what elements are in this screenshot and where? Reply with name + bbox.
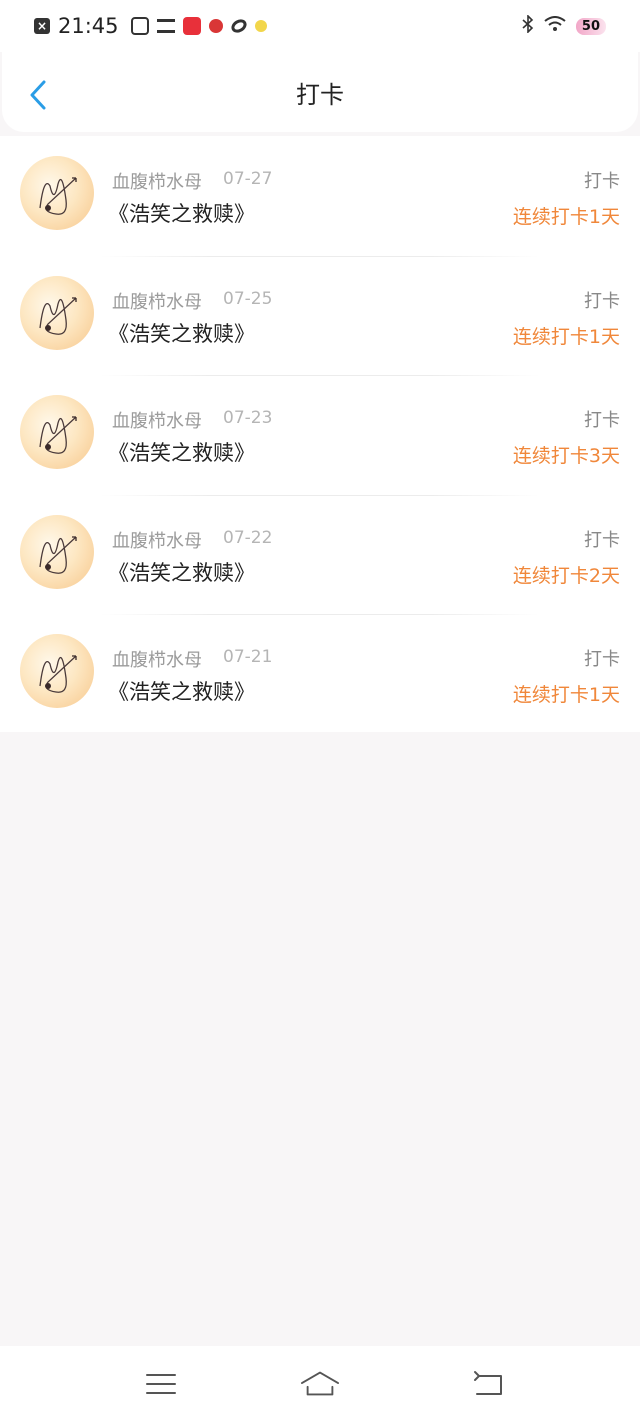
yellow-icon [254,20,267,32]
battery-icon: 50 [575,17,606,35]
checkin-row[interactable]: 血腹栉水母 07-21 《浩笑之救赎》 打卡 连续打卡1天 [0,614,640,734]
screen: × 21:45 50 打卡 血腹栉水母 07-27 《浩笑之救赎》 打卡 连续打… [0,0,640,1422]
avatar[interactable] [20,156,94,230]
back-button[interactable] [24,78,52,112]
home-button[interactable] [300,1367,340,1401]
avatar[interactable] [20,514,94,589]
checkin-action: 打卡 [584,649,620,671]
home-icon [300,1371,340,1396]
status-bar: × 21:45 50 [0,0,640,52]
book-title[interactable]: 《浩笑之救赎》 [108,318,255,348]
checkin-row[interactable]: 血腹栉水母 07-23 《浩笑之救赎》 打卡 连续打卡3天 [0,375,640,495]
avatar[interactable] [20,634,94,709]
book-title[interactable]: 《浩笑之救赎》 [108,557,255,587]
checkin-action: 打卡 [584,171,620,192]
checkin-action: 打卡 [584,529,620,551]
status-bar-left: × 21:45 [34,14,267,38]
app-red-icon [182,17,201,35]
checkin-date: 07-21 [223,647,273,668]
ring-icon [228,16,249,36]
bottom-navigation-bar [0,1346,640,1422]
menu-button[interactable] [141,1367,181,1401]
checkin-action: 打卡 [584,410,620,432]
avatar[interactable] [20,395,94,470]
status-bar-right: 50 [522,14,606,37]
checkin-row[interactable]: 血腹栉水母 07-25 《浩笑之救赎》 打卡 连续打卡1天 [0,255,640,376]
checkin-row[interactable]: 血腹栉水母 07-27 《浩笑之救赎》 打卡 连续打卡1天 [0,136,640,256]
user-name: 血腹栉水母 [112,411,202,433]
user-name: 血腹栉水母 [112,650,202,672]
user-name: 血腹栉水母 [112,172,202,193]
qr-icon [130,17,149,35]
user-name: 血腹栉水母 [112,530,202,552]
back-icon [474,1371,502,1395]
streak-label: 连续打卡1天 [512,684,620,707]
book-title[interactable]: 《浩笑之救赎》 [108,437,255,467]
header-bar: 打卡 [2,52,638,132]
checkin-date: 07-27 [223,169,273,189]
red-ball-icon [208,19,223,33]
streak-label: 连续打卡2天 [512,564,620,587]
book-title[interactable]: 《浩笑之救赎》 [108,198,255,228]
back-nav-button[interactable] [468,1367,508,1401]
status-time: 21:45 [58,14,119,38]
bluetooth-icon [522,14,534,37]
checkin-date: 07-23 [223,408,273,429]
user-name: 血腹栉水母 [112,291,202,313]
checkin-row[interactable]: 血腹栉水母 07-22 《浩笑之救赎》 打卡 连续打卡2天 [0,494,640,615]
streak-label: 连续打卡1天 [512,325,620,348]
wifi-icon [544,16,566,36]
checkin-action: 打卡 [584,290,620,312]
notification-x-icon: × [34,18,50,34]
checkin-list: 血腹栉水母 07-27 《浩笑之救赎》 打卡 连续打卡1天 血腹栉水母 07-2… [0,136,640,732]
menu-icon [146,1374,176,1394]
avatar[interactable] [20,275,94,350]
streak-label: 连续打卡1天 [512,206,620,228]
chevron-left-icon [30,80,46,110]
checkin-date: 07-25 [223,288,273,309]
page-title: 打卡 [296,80,344,109]
streak-label: 连续打卡3天 [512,445,620,468]
book-title[interactable]: 《浩笑之救赎》 [108,676,255,706]
stack-icon [156,19,175,33]
checkin-date: 07-22 [223,527,273,548]
